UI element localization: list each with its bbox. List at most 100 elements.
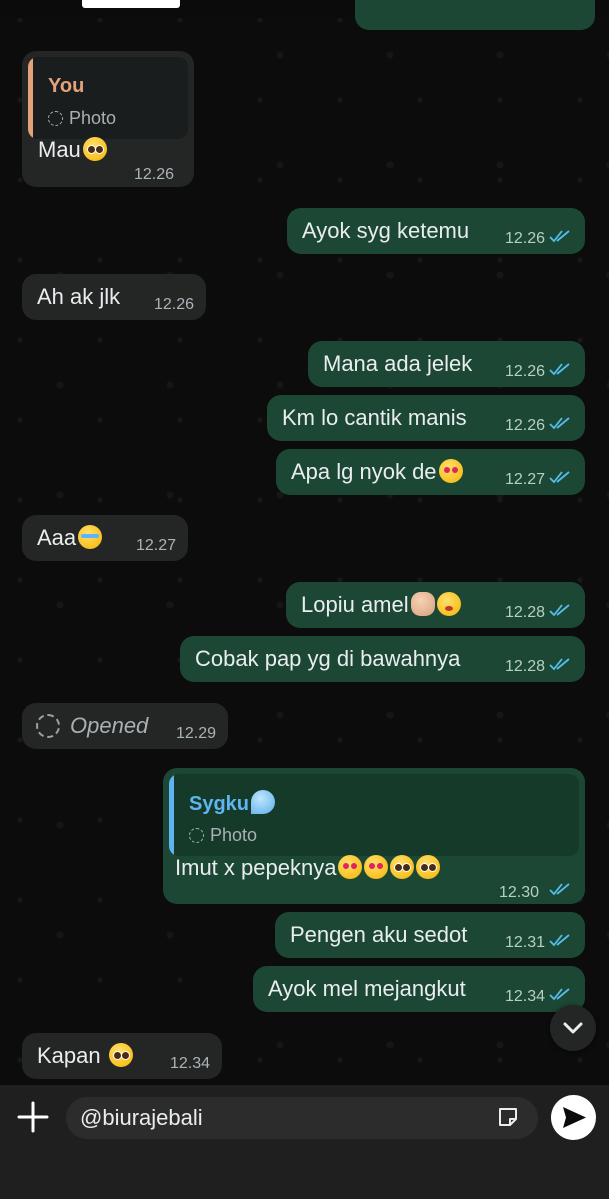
incoming-message[interactable]: Opened 12.29 — [22, 703, 228, 749]
plus-icon — [17, 1101, 49, 1133]
message-text: Aaa — [37, 525, 103, 551]
message-text-content: Kapan — [37, 1043, 107, 1068]
message-text: Apa lg nyok de — [291, 459, 463, 485]
cry-emoji-icon — [78, 525, 103, 549]
message-time: 12.30 — [499, 884, 540, 901]
message-text-content: Ayok syg ketemu — [302, 218, 470, 243]
message-text-content: Opened — [70, 713, 149, 738]
clipped-header-element — [82, 0, 180, 8]
outgoing-message[interactable]: Ayok syg ketemu 12.26 — [287, 208, 585, 254]
message-text: Km lo cantik manis — [282, 405, 467, 431]
quoted-photo-label: Photo — [48, 105, 116, 131]
view-once-icon — [189, 828, 204, 843]
message-text-content: Mana ada jelek — [323, 351, 473, 376]
message-text-content: Mau — [38, 137, 81, 162]
send-button[interactable] — [551, 1095, 596, 1140]
incoming-message[interactable]: Ah ak jlk 12.26 — [22, 274, 206, 320]
quoted-photo-text: Photo — [69, 108, 117, 128]
outgoing-message[interactable]: Km lo cantik manis 12.26 — [267, 395, 585, 441]
double-check-icon — [549, 363, 570, 376]
message-time: 12.26 — [504, 417, 545, 434]
message-text-content: Ah ak jlk — [37, 284, 121, 309]
quoted-photo-label: Photo — [189, 822, 257, 848]
heart-emoji-icon — [338, 855, 363, 879]
view-once-icon — [36, 714, 60, 738]
plead-emoji-icon — [390, 855, 415, 879]
message-time: 12.34 — [169, 1055, 210, 1072]
message-text-content: Ayok mel mejangkut — [268, 976, 466, 1001]
plead-emoji-icon — [416, 855, 441, 879]
plead-emoji-icon — [82, 137, 107, 161]
quoted-message[interactable]: You Photo — [28, 57, 188, 139]
quote-accent-bar — [28, 57, 33, 139]
message-text: Opened — [70, 713, 148, 739]
outgoing-message[interactable]: Mana ada jelek 12.26 — [308, 341, 585, 387]
double-check-icon — [549, 230, 570, 243]
chevron-down-icon — [563, 1022, 583, 1034]
outgoing-message[interactable]: Apa lg nyok de 12.27 — [276, 449, 585, 495]
outgoing-message[interactable]: Ayok mel mejangkut 12.34 — [253, 966, 585, 1012]
outgoing-message[interactable]: Cobak pap yg di bawahnya 12.28 — [180, 636, 585, 682]
message-text: Imut x pepeknya — [175, 855, 441, 881]
heart-emoji-icon — [438, 459, 463, 483]
double-check-icon — [549, 417, 570, 430]
message-text: Ah ak jlk — [37, 284, 120, 310]
message-input[interactable]: @biurajebali — [66, 1097, 538, 1139]
message-time: 12.27 — [504, 471, 545, 488]
double-check-icon — [549, 658, 570, 671]
incoming-message[interactable]: Kapan 12.34 — [22, 1033, 222, 1079]
outgoing-message[interactable]: Sygku Photo Imut x pepeknya 12.30 — [163, 768, 585, 904]
message-text-content: Imut x pepeknya — [175, 855, 337, 880]
message-text-content: Pengen aku sedot — [290, 922, 468, 947]
kiss-emoji-icon — [436, 592, 461, 616]
quoted-message[interactable]: Sygku Photo — [169, 774, 579, 856]
heart-emoji-icon — [364, 855, 389, 879]
message-text-content: Apa lg nyok de — [291, 459, 437, 484]
message-text: Ayok syg ketemu — [302, 218, 469, 244]
top-clipped-area — [0, 0, 609, 30]
message-time: 12.34 — [504, 988, 545, 1005]
message-text: Pengen aku sedot — [290, 922, 467, 948]
message-text-content: Km lo cantik manis — [282, 405, 467, 430]
quoted-photo-text: Photo — [210, 825, 258, 845]
incoming-message[interactable]: Aaa 12.27 — [22, 515, 188, 561]
message-text: Mana ada jelek — [323, 351, 472, 377]
message-time: 12.29 — [175, 725, 216, 742]
scroll-to-bottom-button[interactable] — [550, 1005, 596, 1051]
quote-accent-bar — [169, 774, 174, 856]
message-text-content: Lopiu amel — [301, 592, 409, 617]
message-time: 12.28 — [504, 604, 545, 621]
message-time: 12.26 — [504, 363, 545, 380]
message-time: 12.27 — [135, 537, 176, 554]
send-icon — [563, 1107, 586, 1128]
double-check-icon — [549, 883, 570, 896]
double-check-icon — [549, 604, 570, 617]
outgoing-message[interactable]: Pengen aku sedot 12.31 — [275, 912, 585, 958]
message-text: Kapan — [37, 1043, 133, 1069]
message-text-content: Aaa — [37, 525, 77, 550]
view-once-icon — [48, 111, 63, 126]
plead-emoji-icon — [108, 1043, 133, 1067]
clipped-previous-message[interactable] — [355, 0, 595, 30]
sticker-icon[interactable] — [496, 1105, 520, 1129]
message-text: Mau — [38, 137, 107, 163]
attach-button[interactable] — [16, 1100, 50, 1134]
message-time: 12.28 — [504, 658, 545, 675]
quoted-author: You — [48, 75, 85, 97]
message-text: Ayok mel mejangkut — [268, 976, 466, 1002]
message-text-content: Cobak pap yg di bawahnya — [195, 646, 461, 671]
outgoing-message[interactable]: Lopiu amel 12.28 — [286, 582, 585, 628]
incoming-message[interactable]: You Photo Mau 12.26 — [22, 51, 194, 187]
water-drops-emoji-icon — [251, 790, 276, 814]
message-text: Cobak pap yg di bawahnya — [195, 646, 460, 672]
double-check-icon — [549, 471, 570, 484]
message-time: 12.26 — [134, 166, 175, 183]
message-input-value[interactable]: @biurajebali — [80, 1105, 203, 1131]
message-time: 12.26 — [153, 296, 194, 313]
double-check-icon — [549, 934, 570, 947]
hand-emoji-icon — [410, 592, 435, 616]
double-check-icon — [549, 988, 570, 1001]
quoted-author: Sygku — [189, 790, 276, 817]
message-time: 12.31 — [504, 934, 545, 951]
message-text: Lopiu amel — [301, 592, 461, 618]
